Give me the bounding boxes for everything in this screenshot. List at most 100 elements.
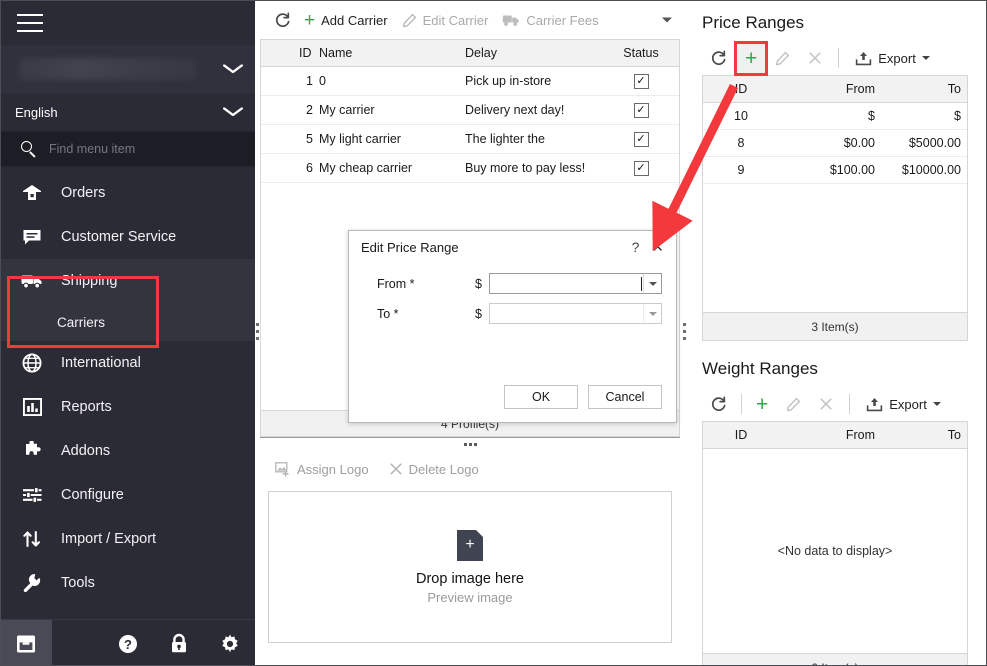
to-input[interactable]: [489, 303, 662, 324]
price-ranges-title: Price Ranges: [702, 13, 805, 32]
sidebar-item-international[interactable]: International: [1, 341, 255, 385]
cell-id: 1: [306, 74, 313, 88]
assign-logo-button[interactable]: Assign Logo: [268, 458, 376, 481]
horizontal-splitter[interactable]: [260, 437, 680, 451]
cell-status: ✓: [605, 160, 677, 176]
table-row[interactable]: 5 My light carrier The lighter the ✓: [261, 125, 679, 154]
assign-logo-label: Assign Logo: [297, 461, 369, 477]
column-header-name[interactable]: Name: [319, 46, 465, 60]
price-ranges-edit-button[interactable]: [767, 47, 798, 70]
sidebar-item-import-export[interactable]: Import / Export: [1, 517, 255, 561]
refresh-icon: [711, 50, 726, 65]
toolbar-overflow-chevron-down-icon[interactable]: [662, 17, 672, 23]
weight-ranges-add-button[interactable]: +: [748, 390, 776, 419]
account-selector[interactable]: [1, 45, 255, 93]
weight-ranges-refresh-button[interactable]: [702, 392, 735, 417]
cell-status: ✓: [605, 102, 677, 118]
column-header-status[interactable]: Status: [605, 46, 677, 60]
sidebar-item-label: Configure: [61, 487, 124, 503]
price-ranges-delete-button[interactable]: [800, 47, 830, 69]
language-selector[interactable]: English: [1, 93, 255, 131]
cell-delay: The lighter the: [465, 132, 545, 146]
puzzle-piece-icon: [21, 440, 43, 462]
close-icon[interactable]: ✕: [649, 238, 666, 256]
status-checkbox[interactable]: ✓: [633, 132, 649, 147]
assign-logo-icon: [275, 461, 289, 477]
weight-ranges-toolbar: + Export: [702, 387, 986, 421]
hamburger-menu-button[interactable]: [1, 1, 255, 45]
sidebar-item-orders[interactable]: Orders: [1, 171, 255, 215]
sidebar-item-shipping[interactable]: Shipping: [1, 259, 255, 303]
edit-carrier-label: Edit Carrier: [422, 12, 489, 28]
dialog-buttons: OK Cancel: [504, 385, 662, 409]
archive-box-icon-button[interactable]: [1, 619, 52, 665]
table-row[interactable]: 2 My carrier Delivery next day! ✓: [261, 96, 679, 125]
table-row[interactable]: 6 My cheap carrier Buy more to pay less!…: [261, 154, 679, 183]
sidebar: English Find menu item Orders Customer S…: [1, 1, 255, 666]
column-header-id[interactable]: ID: [703, 82, 779, 96]
refresh-button[interactable]: [268, 8, 297, 33]
help-question-icon-button[interactable]: ?: [103, 620, 154, 666]
status-checkbox[interactable]: ✓: [633, 103, 649, 118]
column-header-delay[interactable]: Delay: [465, 46, 605, 60]
edit-carrier-button[interactable]: Edit Carrier: [395, 9, 496, 32]
close-x-icon: [389, 463, 402, 475]
column-header-id[interactable]: ID: [703, 428, 779, 442]
carrier-fees-button[interactable]: Carrier Fees: [495, 9, 605, 32]
weight-ranges-edit-button[interactable]: [778, 393, 809, 416]
to-field-row: To * $: [363, 301, 662, 326]
help-question-icon[interactable]: ?: [622, 239, 650, 255]
add-carrier-button[interactable]: + Add Carrier: [297, 7, 395, 34]
status-checkbox[interactable]: ✓: [633, 74, 649, 89]
sidebar-item-label: Tools: [61, 575, 95, 591]
cell-to: $: [954, 109, 961, 123]
cancel-button[interactable]: Cancel: [588, 385, 662, 409]
logo-dropzone[interactable]: + Drop image here Preview image: [268, 491, 672, 643]
cell-from: $100.00: [829, 163, 875, 177]
price-ranges-add-button[interactable]: +: [733, 40, 769, 76]
sidebar-item-addons[interactable]: Addons: [1, 429, 255, 473]
status-checkbox[interactable]: ✓: [633, 161, 649, 176]
sidebar-item-customer-service[interactable]: Customer Service: [1, 215, 255, 259]
cell-to: $5000.00: [908, 136, 961, 150]
right-splitter[interactable]: [680, 1, 690, 665]
column-header-from[interactable]: From: [779, 82, 879, 96]
chevron-down-icon[interactable]: [643, 274, 661, 293]
table-row[interactable]: 10 $ $: [703, 103, 967, 130]
sidebar-item-carriers[interactable]: Carriers: [1, 303, 255, 341]
column-header-id[interactable]: ID: [261, 46, 319, 60]
export-icon: [867, 397, 883, 411]
search-input-placeholder[interactable]: Find menu item: [49, 142, 135, 156]
currency-symbol: $: [475, 306, 482, 321]
chevron-down-icon[interactable]: [643, 304, 661, 323]
menu-search-row[interactable]: Find menu item: [1, 131, 255, 167]
plus-icon: +: [304, 9, 316, 31]
from-field-label: From *: [377, 276, 415, 291]
table-row[interactable]: 1 0 Pick up in-store ✓: [261, 67, 679, 96]
dropzone-subtitle: Preview image: [427, 589, 513, 605]
toolbar-divider: [849, 394, 851, 414]
import-export-arrows-icon: [21, 528, 43, 550]
sidebar-item-configure[interactable]: Configure: [1, 473, 255, 517]
column-header-from[interactable]: From: [779, 428, 879, 442]
price-ranges-export-button[interactable]: Export: [847, 47, 938, 70]
price-ranges-refresh-button[interactable]: [702, 46, 735, 71]
hamburger-icon[interactable]: [17, 14, 43, 32]
table-row[interactable]: 9 $100.00 $10000.00: [703, 157, 967, 184]
column-header-to[interactable]: To: [879, 82, 967, 96]
weight-ranges-export-button[interactable]: Export: [858, 393, 949, 416]
weight-ranges-grid: ID From To <No data to display> 0 Item(s…: [702, 421, 968, 665]
chevron-down-icon: [932, 402, 941, 406]
pencil-icon: [787, 397, 801, 411]
add-image-file-icon: +: [457, 529, 483, 561]
sidebar-item-tools[interactable]: Tools: [1, 561, 255, 605]
ok-button[interactable]: OK: [504, 385, 578, 409]
from-input[interactable]: [489, 273, 662, 294]
weight-ranges-delete-button[interactable]: [811, 393, 841, 415]
table-row[interactable]: 8 $0.00 $5000.00: [703, 130, 967, 157]
lock-icon-button[interactable]: [153, 620, 204, 666]
gear-icon-button[interactable]: [204, 620, 255, 666]
sidebar-item-reports[interactable]: Reports: [1, 385, 255, 429]
delete-logo-button[interactable]: Delete Logo: [382, 458, 486, 481]
column-header-to[interactable]: To: [879, 428, 967, 442]
